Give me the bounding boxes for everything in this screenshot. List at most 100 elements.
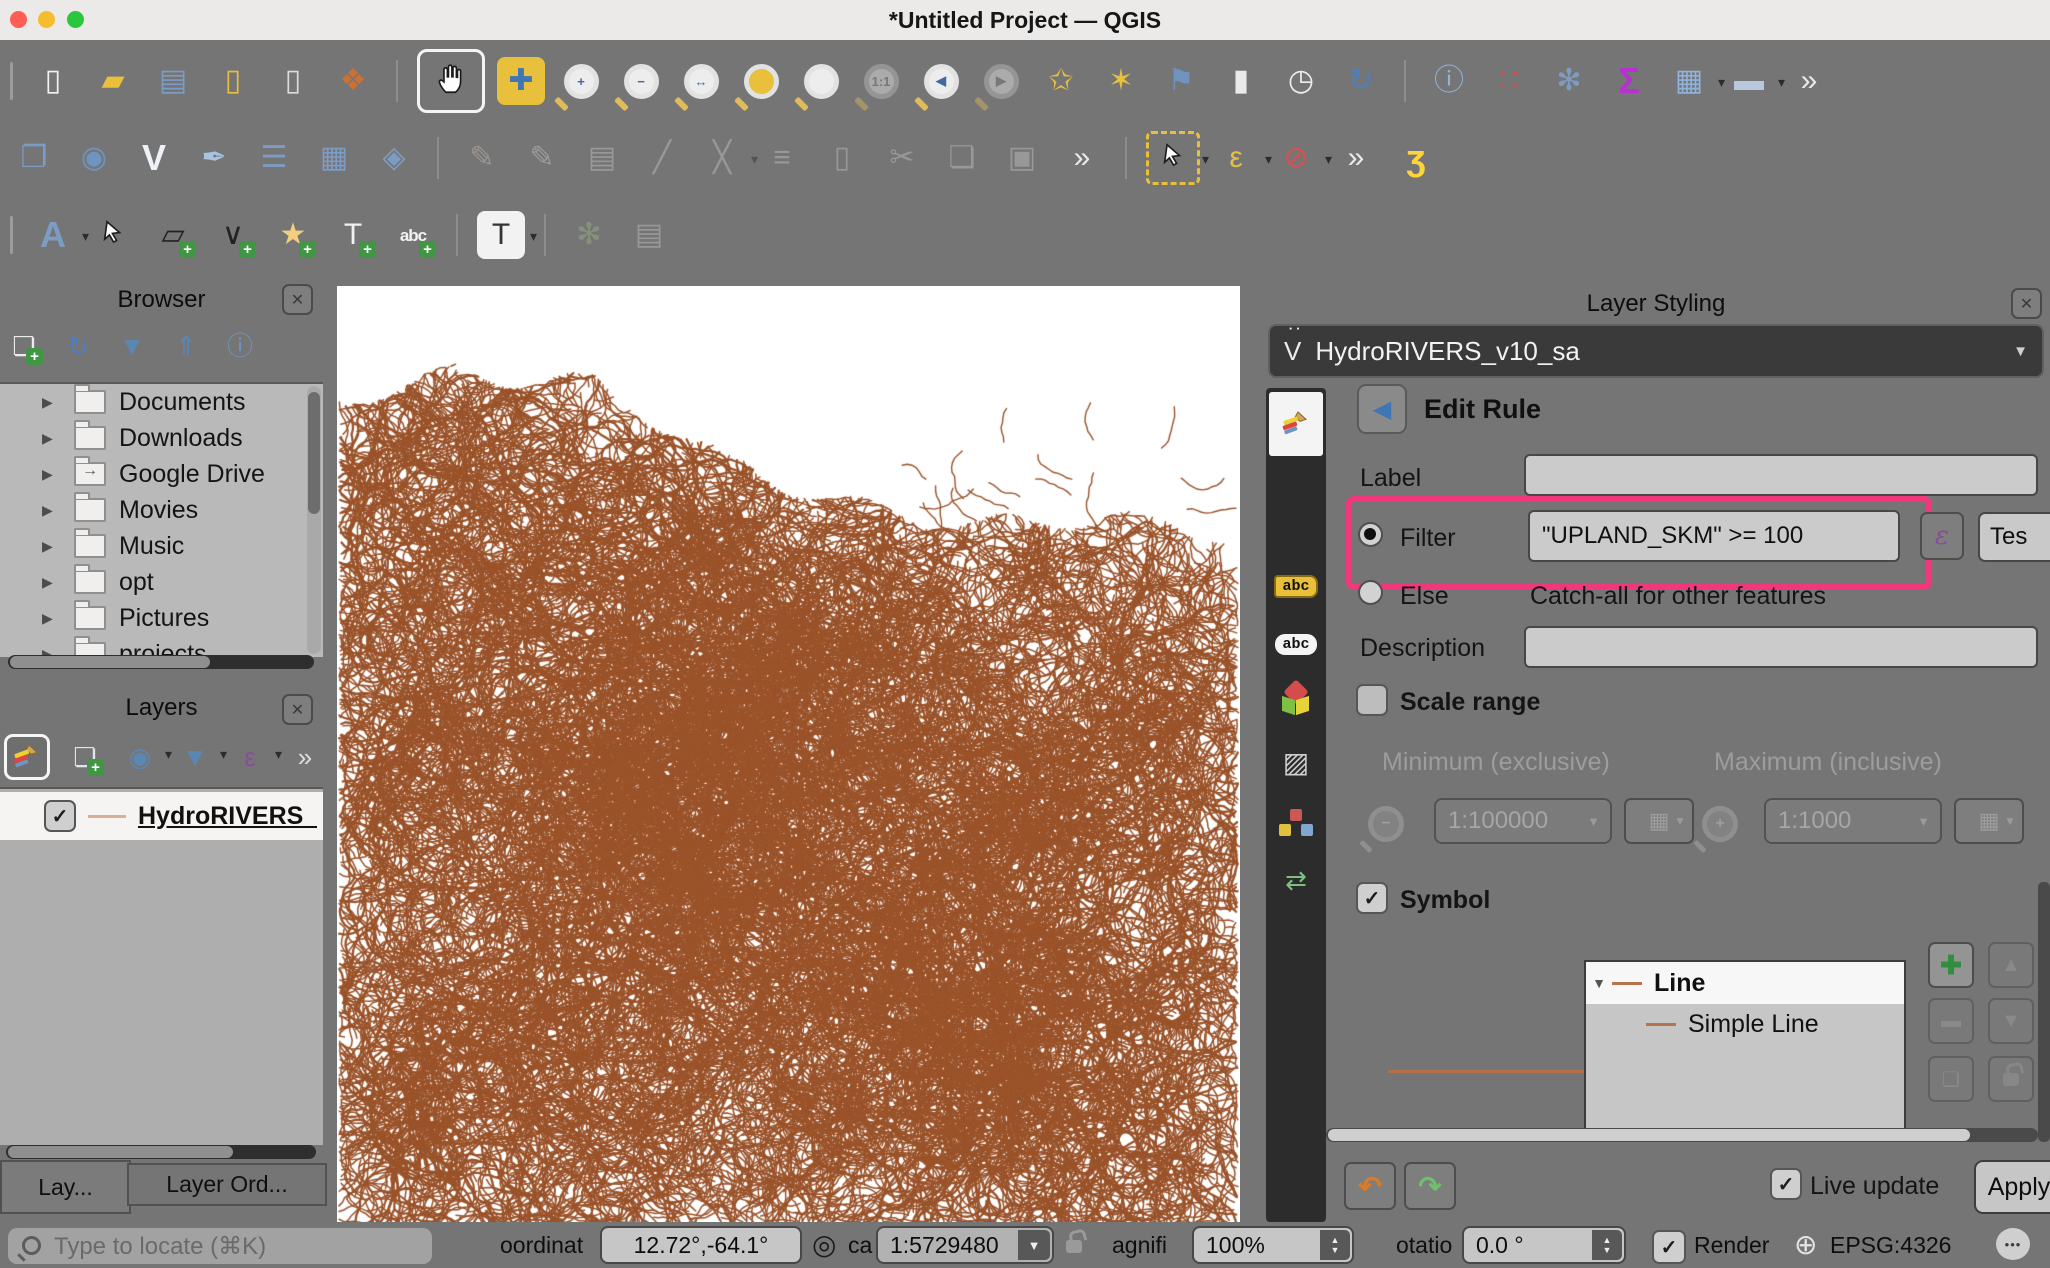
add-line-feature[interactable]: ╱ xyxy=(638,134,686,182)
remove-symbol-layer-button[interactable]: ▬ xyxy=(1928,998,1974,1044)
add-vector-layer[interactable]: V xyxy=(130,134,178,182)
zoom-last[interactable]: ◀ xyxy=(917,57,965,105)
add-favorite[interactable]: ❏+ xyxy=(4,326,44,366)
expander-icon[interactable]: ▶ xyxy=(42,466,64,483)
browser-item-pictures[interactable]: ▶Pictures xyxy=(0,600,323,636)
tab-layer-order[interactable]: Layer Ord... xyxy=(127,1163,327,1206)
select-by-expression[interactable]: ε▾ xyxy=(1212,134,1260,182)
add-wfs-layer[interactable]: ◉ xyxy=(70,134,118,182)
browser-vertical-scrollbar[interactable] xyxy=(307,386,321,654)
project-new[interactable]: ▯ xyxy=(29,57,77,105)
filter-radio[interactable] xyxy=(1358,522,1383,547)
processing-toolbox[interactable]: ✻ xyxy=(1545,57,1593,105)
locator-search[interactable] xyxy=(8,1228,432,1264)
label-field-input[interactable] xyxy=(1524,454,2038,496)
add-mesh-layer[interactable]: ☰ xyxy=(250,134,298,182)
expression-builder-button[interactable]: ε xyxy=(1920,512,1964,560)
undo-style-button[interactable]: ↶ xyxy=(1344,1162,1396,1210)
show-bookmarks[interactable]: ▮ xyxy=(1217,57,1265,105)
expander-icon[interactable]: ▶ xyxy=(42,574,64,591)
add-polygon-annotation[interactable]: ▱+ xyxy=(149,211,197,259)
tab-labels[interactable]: abc xyxy=(1266,560,1326,612)
python-console[interactable]: ʒ xyxy=(1392,134,1440,182)
symbol-checkbox[interactable]: ✓ xyxy=(1356,882,1388,914)
minimum-scale-combo[interactable]: 1:100000▼ xyxy=(1434,798,1612,844)
styling-layer-selector[interactable]: V HydroRIVERS_v10_sa ▼ xyxy=(1268,324,2044,378)
chevron-down-icon[interactable]: ▾ xyxy=(82,228,89,245)
duplicate-symbol-layer-button[interactable]: ❏ xyxy=(1928,1056,1974,1102)
tab-history[interactable]: ⇄ xyxy=(1266,854,1326,906)
new-shapefile-layer[interactable]: ✒ xyxy=(190,134,238,182)
expander-icon[interactable]: ▼ xyxy=(1586,975,1612,991)
map-canvas[interactable] xyxy=(337,286,1240,1240)
zoom-next[interactable]: ▶ xyxy=(977,57,1025,105)
layers-extension[interactable]: » xyxy=(285,737,325,777)
live-update-checkbox[interactable]: ✓ xyxy=(1770,1168,1802,1200)
pan-to-selection[interactable]: ✚ xyxy=(497,57,545,105)
zoom-full-extent[interactable]: ↔ xyxy=(677,57,725,105)
chevron-down-icon[interactable]: ▾ xyxy=(220,746,227,763)
chevron-down-icon[interactable]: ▾ xyxy=(165,746,172,763)
collapse-all[interactable]: ⇑ xyxy=(166,326,206,366)
render-checkbox[interactable]: ✓ xyxy=(1652,1230,1686,1264)
add-marker-annotation[interactable]: ★+ xyxy=(269,211,317,259)
cut-features[interactable]: ✂ xyxy=(878,134,926,182)
zoom-to-selection[interactable] xyxy=(737,57,785,105)
temporal-controller[interactable]: ◷ xyxy=(1277,57,1325,105)
expander-icon[interactable]: ▶ xyxy=(42,430,64,447)
map-tips[interactable]: ✻ xyxy=(565,211,613,259)
close-layers-panel-icon[interactable]: ✕ xyxy=(282,694,313,725)
chevron-down-icon[interactable]: ▾ xyxy=(1718,74,1725,91)
toolbar-extension[interactable]: » xyxy=(1785,57,1833,105)
add-raster-layer[interactable]: ▦ xyxy=(310,134,358,182)
zoom-to-layer[interactable] xyxy=(797,57,845,105)
layers-horizontal-scrollbar[interactable] xyxy=(6,1145,316,1159)
refresh-browser[interactable]: ↻ xyxy=(58,326,98,366)
messages-bubble-icon[interactable]: ••• xyxy=(1996,1228,2030,1260)
add-symbol-layer-button[interactable]: ✚ xyxy=(1928,942,1974,988)
open-data-source-manager[interactable]: ❐ xyxy=(10,134,58,182)
refresh-map[interactable]: ↻ xyxy=(1337,57,1385,105)
browser-item-downloads[interactable]: ▶Downloads xyxy=(0,420,323,456)
extent-toggle-icon[interactable]: ◎ xyxy=(812,1228,836,1261)
toggle-editing[interactable]: ✎ xyxy=(518,134,566,182)
panel-vertical-scrollbar[interactable] xyxy=(2038,882,2050,1142)
map-text-annotation[interactable]: T▾ xyxy=(477,211,525,259)
maximum-scale-combo[interactable]: 1:1000▼ xyxy=(1764,798,1942,844)
layer-labeling-options[interactable]: A▾ xyxy=(29,211,77,259)
toolbar-handle[interactable] xyxy=(10,216,13,254)
move-up-button[interactable]: ▲ xyxy=(1988,942,2034,988)
new-virtual-layer[interactable]: ◈ xyxy=(370,134,418,182)
open-attribute-table[interactable]: ▦▾ xyxy=(1665,57,1713,105)
description-input[interactable] xyxy=(1524,626,2038,668)
crs-indicator[interactable]: EPSG:4326 xyxy=(1830,1232,1951,1259)
set-max-from-canvas-button[interactable]: ▦▼ xyxy=(1954,798,2024,844)
deselect-features[interactable]: ⊘▾ xyxy=(1272,134,1320,182)
chevron-down-icon[interactable]: ▾ xyxy=(275,746,282,763)
toolbar-extension-3[interactable]: » xyxy=(1332,134,1380,182)
expander-icon[interactable]: ▶ xyxy=(42,394,64,411)
zoom-out[interactable]: − xyxy=(617,57,665,105)
show-statistics[interactable]: Σ xyxy=(1605,57,1653,105)
filter-by-expression[interactable]: ε▾ xyxy=(230,737,270,777)
browser-item-opt[interactable]: ▶opt xyxy=(0,564,323,600)
chevron-down-icon[interactable]: ▾ xyxy=(1325,151,1332,168)
set-min-from-canvas-button[interactable]: ▦▼ xyxy=(1624,798,1694,844)
browser-item-projects[interactable]: ▶projects xyxy=(0,636,323,657)
else-radio[interactable] xyxy=(1358,580,1383,605)
symbol-tree-row-simple-line[interactable]: Simple Line xyxy=(1586,1004,1904,1044)
style-manager[interactable]: ❖ xyxy=(329,57,377,105)
zoom-in[interactable]: + xyxy=(557,57,605,105)
pan-map[interactable] xyxy=(417,49,485,113)
magnifier-spinbox[interactable]: 100% ▲▼ xyxy=(1192,1226,1354,1264)
browser-item-google-drive[interactable]: ▶Google Drive xyxy=(0,456,323,492)
tab-layers[interactable]: Lay... xyxy=(0,1160,131,1214)
add-group[interactable]: ❏+ xyxy=(65,737,105,777)
show-layout-manager[interactable]: ▯ xyxy=(269,57,317,105)
layer-visibility-checkbox[interactable]: ✓ xyxy=(44,800,76,832)
tab-diagrams[interactable]: ▨ xyxy=(1266,736,1326,788)
add-form-annotation[interactable]: abc+ xyxy=(389,211,437,259)
move-down-button[interactable]: ▼ xyxy=(1988,998,2034,1044)
filter-expression-input[interactable]: "UPLAND_SKM" >= 100 xyxy=(1528,510,1900,562)
browser-item-music[interactable]: ▶Music xyxy=(0,528,323,564)
